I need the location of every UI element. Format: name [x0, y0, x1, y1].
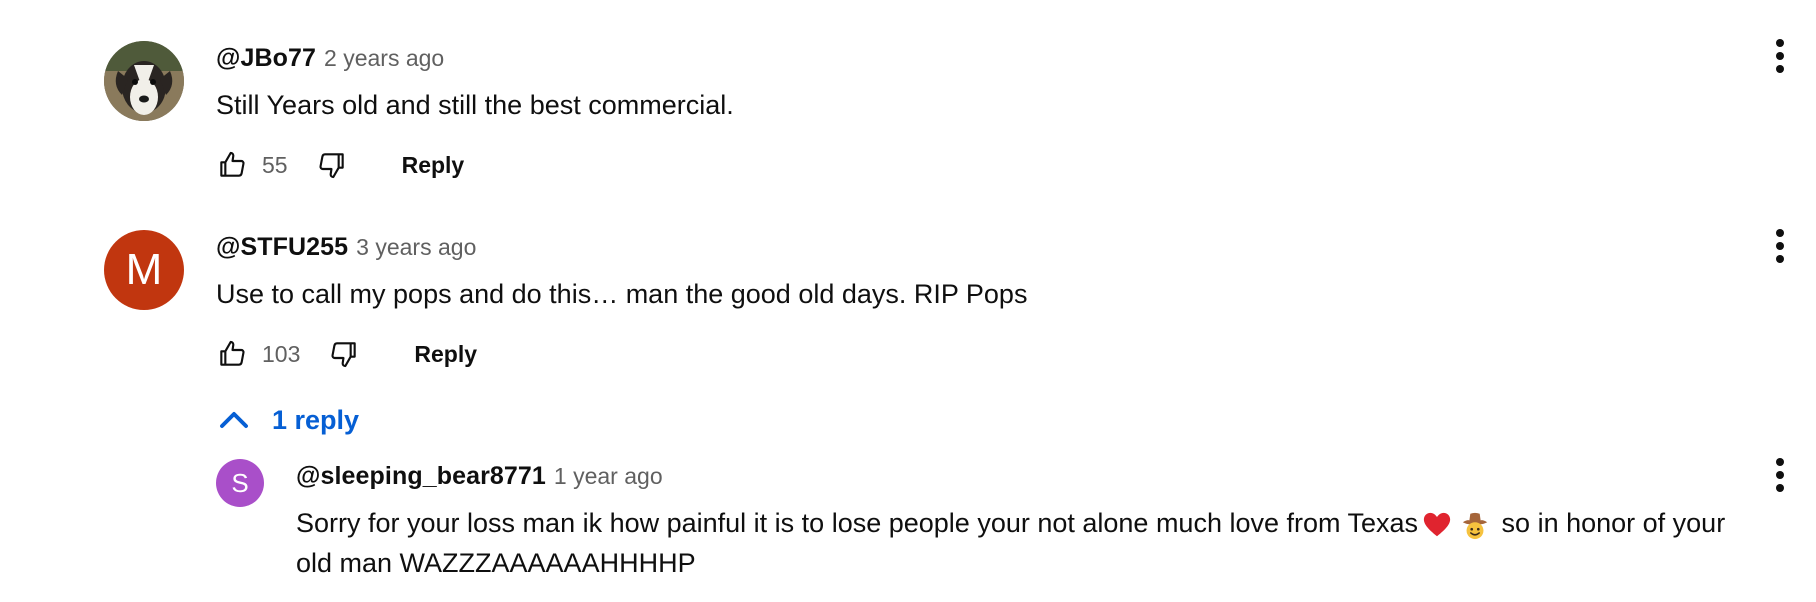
thumbs-up-icon — [220, 340, 245, 366]
comment-actions: 55 Reply — [216, 145, 464, 185]
action-menu-button[interactable] — [1764, 36, 1796, 76]
reply-text-line-2: old man WAZZZAAAAAAHHHHP — [296, 548, 696, 578]
timestamp[interactable]: 1 year ago — [554, 463, 663, 490]
more-vertical-icon — [1776, 39, 1784, 73]
action-menu-button[interactable] — [1764, 455, 1796, 495]
comment-text: Still Years old and still the best comme… — [216, 90, 734, 120]
author-name[interactable]: @STFU255 — [216, 233, 348, 262]
reply-text-part: Sorry for your loss man ik how painful i… — [296, 508, 1419, 538]
author-name[interactable]: @JBo77 — [216, 44, 316, 73]
reply-text-line-1: Sorry for your loss man ik how painful i… — [296, 503, 1725, 543]
reply-text-part: so in honor of your — [1494, 508, 1726, 538]
comment-header: @sleeping_bear8771 1 year ago — [296, 462, 663, 491]
reply-button[interactable]: Reply — [414, 341, 477, 368]
thumbs-up-icon — [220, 151, 245, 177]
comment-header: @STFU255 3 years ago — [216, 233, 476, 262]
author-name[interactable]: @sleeping_bear8771 — [296, 462, 546, 491]
like-button[interactable] — [216, 149, 248, 181]
dislike-button[interactable] — [316, 149, 348, 181]
avatar-letter: S — [231, 467, 249, 498]
avatar[interactable]: M — [104, 230, 184, 310]
timestamp[interactable]: 3 years ago — [356, 234, 476, 261]
avatar[interactable] — [104, 41, 184, 121]
more-vertical-icon — [1776, 458, 1784, 492]
avatar-letter: M — [125, 245, 163, 294]
avatar[interactable]: S — [216, 459, 264, 507]
comment-text: Use to call my pops and do this… man the… — [216, 279, 1028, 309]
cowboy-face-emoji-icon — [1462, 512, 1488, 539]
dislike-button[interactable] — [328, 338, 360, 370]
comment-header: @JBo77 2 years ago — [216, 44, 444, 73]
comment-actions: 103 Reply — [216, 334, 477, 374]
action-menu-button[interactable] — [1764, 226, 1796, 266]
replies-count-label: 1 reply — [272, 404, 360, 435]
like-count: 55 — [262, 151, 288, 178]
like-count: 103 — [262, 340, 301, 367]
more-vertical-icon — [1776, 229, 1784, 263]
like-button[interactable] — [216, 338, 248, 370]
replies-toggle-button[interactable]: 1 reply — [216, 402, 359, 438]
thumbs-down-icon — [331, 342, 357, 368]
red-heart-emoji-icon — [1423, 512, 1451, 537]
timestamp[interactable]: 2 years ago — [324, 45, 444, 72]
chevron-up-icon — [220, 412, 248, 428]
dog-avatar-image — [104, 41, 184, 121]
thumbs-down-icon — [319, 153, 344, 179]
comments-thread: @JBo77 2 years ago Still Years old and s… — [0, 0, 1816, 602]
reply-button[interactable]: Reply — [402, 152, 465, 179]
